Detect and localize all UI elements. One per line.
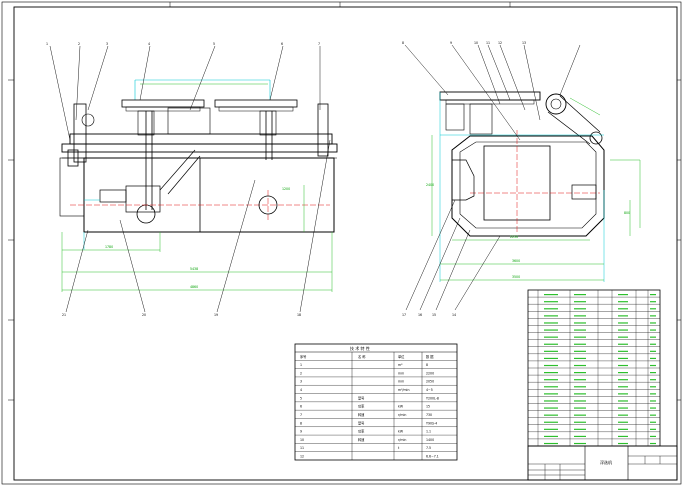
spec-cell: 2 — [300, 371, 302, 375]
balloon-12: 12 — [498, 41, 502, 45]
balloon-17: 17 — [402, 313, 406, 317]
dim-800: 800 — [624, 211, 630, 215]
drawing-title: 浮选机 — [600, 459, 612, 465]
balloon-6: 6 — [281, 42, 283, 46]
technical-spec-table: 技 术 特 性 序号 名 称 单位 数 据 1 m³ 8 2 mm 2200 3 mm 2050 4 m³/… — [294, 343, 458, 461]
spec-cell: 数 据 — [426, 354, 434, 359]
spec-cell: 1 — [300, 363, 302, 367]
spec-cell: 15 — [426, 405, 430, 409]
spec-cell: 7 — [300, 413, 302, 417]
spec-cell: r/min — [398, 413, 406, 417]
spec-cell: 8 — [300, 421, 302, 425]
spec-cell: 3 — [300, 380, 302, 384]
dim-1200: 1200 — [282, 187, 290, 191]
balloon-4: 4 — [148, 42, 150, 46]
spec-cell: m³ — [398, 363, 403, 367]
spec-cell: 单位 — [398, 354, 405, 359]
spec-cell: 7.5 — [426, 446, 431, 450]
dim-2400: 2400 — [426, 183, 434, 187]
dim-4860: 4860 — [190, 285, 198, 289]
engineering-drawing-sheet: 1 2 3 4 5 6 7 21 20 19 18 1780 5438 4860… — [1, 1, 682, 485]
parts-list — [527, 289, 661, 447]
spec-cell: 转速 — [358, 437, 365, 442]
balloon-14: 14 — [452, 313, 456, 317]
spec-cell: 型号 — [358, 420, 364, 425]
spec-cell: 2050 — [426, 380, 434, 384]
spec-cell: 6.6~7.1 — [426, 455, 439, 459]
spec-cell: 序号 — [300, 354, 306, 359]
drawing-border-outer — [1, 1, 682, 485]
balloon-9: 9 — [450, 41, 452, 45]
balloon-7: 7 — [318, 42, 320, 46]
dim-1780: 1780 — [105, 245, 113, 249]
spec-cell: Y200L-8 — [426, 396, 439, 400]
dim-5438: 5438 — [190, 267, 198, 271]
balloon-19: 19 — [214, 313, 218, 317]
spec-cell: 转速 — [358, 412, 365, 417]
spec-cell: kW — [398, 430, 404, 434]
balloon-1: 1 — [46, 42, 48, 46]
balloon-3: 3 — [106, 42, 108, 46]
balloon-21: 21 — [62, 313, 66, 317]
spec-cell: r/min — [398, 438, 406, 442]
spec-cell: 8 — [426, 363, 428, 367]
balloon-8: 8 — [402, 41, 404, 45]
balloon-20: 20 — [142, 313, 146, 317]
title-block: 浮选机 — [527, 445, 678, 481]
spec-cell: 4 — [300, 388, 302, 392]
spec-cell: 功率 — [358, 404, 365, 409]
spec-cell: mm — [398, 371, 404, 375]
spec-cell: 名 称 — [358, 354, 366, 359]
spec-cell: 功率 — [358, 429, 365, 434]
spec-cell: 1.1 — [426, 430, 431, 434]
border-ticks — [8, 2, 681, 401]
balloon-5: 5 — [213, 42, 215, 46]
spec-cell: kW — [398, 405, 404, 409]
balloon-10: 10 — [474, 41, 478, 45]
drawing-border-inner — [13, 6, 678, 481]
front-view: 1 2 3 4 5 6 7 21 20 19 18 1780 5438 4860… — [46, 42, 338, 317]
spec-cell: 5 — [300, 396, 302, 400]
balloon-18: 18 — [297, 313, 301, 317]
balloon-2: 2 — [78, 42, 80, 46]
spec-cell: 730 — [426, 413, 432, 417]
dim-3600: 3600 — [512, 259, 520, 263]
spec-cell: 9 — [300, 430, 302, 434]
balloon-16: 16 — [418, 313, 422, 317]
balloon-11: 11 — [486, 41, 490, 45]
spec-cell: 1400 — [426, 438, 434, 442]
dim-2250: 2250 — [510, 235, 518, 239]
side-view: 8 9 10 11 12 13 17 16 15 14 2250 3600 35… — [402, 41, 641, 317]
spec-cell: Y90S-4 — [426, 421, 437, 425]
dim-3500: 3500 — [512, 275, 520, 279]
spec-cell: mm — [398, 380, 404, 384]
balloon-15: 15 — [432, 313, 436, 317]
spec-cell: 10 — [300, 438, 304, 442]
balloon-13: 13 — [522, 41, 526, 45]
spec-cell: 11 — [300, 446, 304, 450]
spec-cell: 6 — [300, 405, 302, 409]
spec-cell: 12 — [300, 455, 304, 459]
spec-cell: m³/min — [398, 388, 409, 392]
spec-cell: t — [398, 446, 400, 450]
spec-cell: 型号 — [358, 395, 364, 400]
spec-table-title: 技 术 特 性 — [350, 345, 370, 351]
spec-cell: 4~5 — [426, 388, 433, 392]
spec-cell: 2200 — [426, 371, 434, 375]
